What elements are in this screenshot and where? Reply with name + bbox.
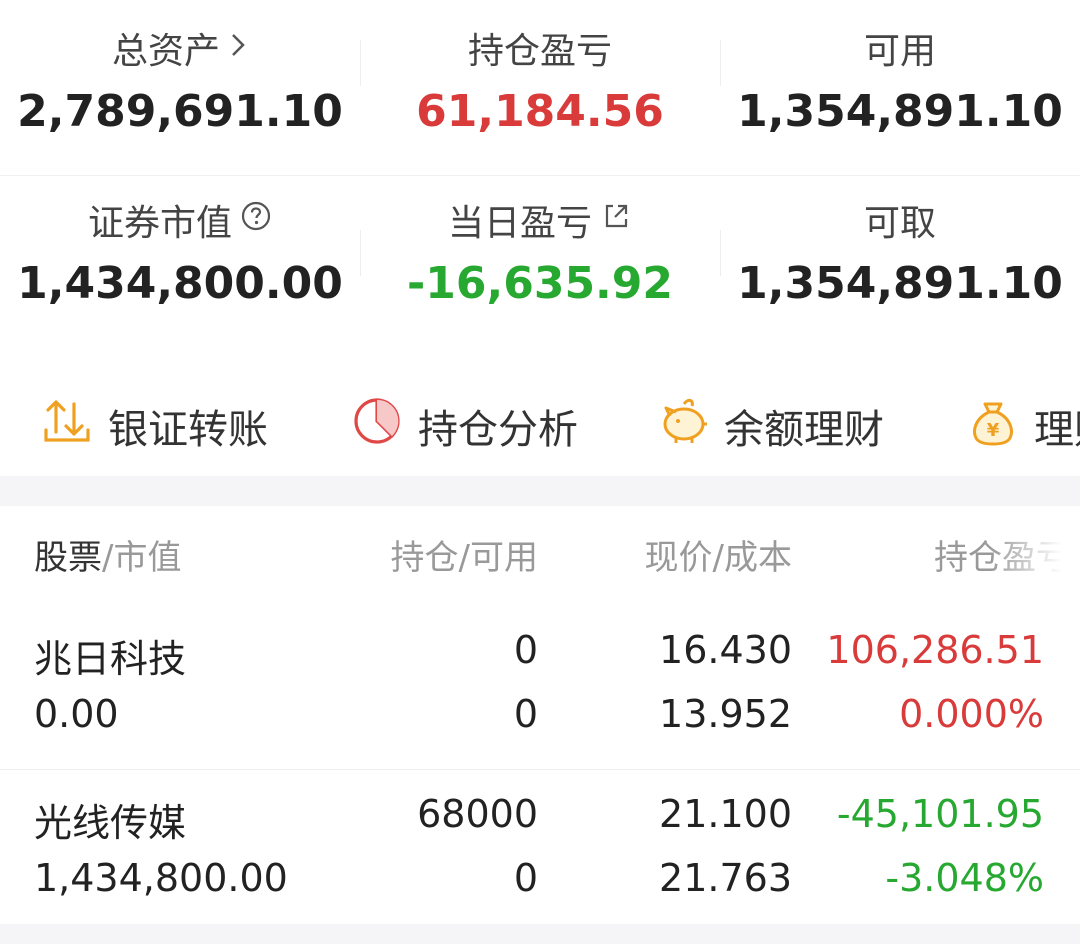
total-assets-label: 总资产 (111, 31, 220, 72)
withdrawable-cell: 可取 1,354,891.10 (720, 176, 1080, 366)
stock-market-value: 1,434,800.00 (34, 856, 288, 900)
divider (720, 40, 721, 86)
stock-name: 光线传媒 (34, 801, 187, 845)
market-value-value: 1,434,800.00 (17, 258, 343, 309)
market-value-label: 证券市值 (87, 203, 232, 244)
transfer-icon (40, 394, 94, 458)
stock-hold: 0 (513, 628, 538, 672)
withdrawable-value: 1,354,891.10 (737, 258, 1063, 309)
header-price-cost[interactable]: 现价/成本 (645, 530, 792, 579)
divider (360, 40, 361, 86)
divider (720, 230, 721, 276)
account-summary: 总资产 2,789,691.10 持仓盈亏 61,184.56 可用 1,354… (0, 0, 1080, 366)
total-assets-value: 2,789,691.10 (17, 86, 343, 137)
external-link-icon[interactable] (600, 200, 632, 241)
withdrawable-label: 可取 (863, 203, 936, 244)
stock-pl-pct: 0.000% (899, 692, 1044, 736)
stock-pl: -45,101.95 (836, 792, 1044, 836)
divider (360, 230, 361, 276)
position-pl-label: 持仓盈亏 (467, 31, 612, 72)
available-label: 可用 (863, 31, 936, 72)
stock-name: 兆日科技 (34, 637, 187, 681)
summary-row-2: 证券市值 1,434,800.00 当日盈亏 -16,635.92 可取 1,3… (0, 176, 1080, 366)
quick-action-bank-transfer[interactable]: 银证转账 (40, 394, 268, 458)
header-stock-market-value[interactable]: 股票/市值 (34, 530, 181, 579)
available-value: 1,354,891.10 (737, 86, 1063, 137)
help-icon[interactable] (240, 200, 272, 241)
daily-pl-value: -16,635.92 (407, 258, 673, 309)
quick-action-label: 余额理财 (724, 407, 884, 453)
quick-action-label: 理财 (1034, 407, 1080, 453)
quick-action-balance-finance[interactable]: 余额理财 (656, 394, 884, 458)
stock-pl: 106,286.51 (826, 628, 1044, 672)
daily-pl-label: 当日盈亏 (447, 203, 592, 244)
stock-hold: 68000 (417, 792, 538, 836)
position-pl-cell: 持仓盈亏 61,184.56 (360, 0, 720, 175)
quick-action-label: 银证转账 (108, 407, 268, 453)
stock-pl-pct: -3.048% (885, 856, 1044, 900)
quick-action-position-analysis[interactable]: 持仓分析 (350, 394, 578, 458)
stock-market-value: 0.00 (34, 692, 119, 736)
bottom-divider (0, 924, 1080, 944)
holdings-table: 股票/市值 持仓/可用 现价/成本 持仓盈亏 兆日科技 0.00 0 0 16.… (0, 506, 1080, 934)
table-row[interactable]: 光线传媒 1,434,800.00 68000 0 21.100 21.763 … (0, 770, 1080, 934)
quick-actions-bar: 银证转账 持仓分析 余额理财 ¥ 理财 (0, 366, 1080, 476)
table-header: 股票/市值 持仓/可用 现价/成本 持仓盈亏 (0, 506, 1080, 606)
svg-text:¥: ¥ (987, 420, 1000, 441)
quick-action-wealth[interactable]: ¥ 理财 (966, 394, 1080, 458)
quick-action-label: 持仓分析 (418, 407, 578, 453)
stock-price: 21.100 (659, 792, 792, 836)
market-value-cell[interactable]: 证券市值 1,434,800.00 (0, 176, 360, 366)
daily-pl-cell[interactable]: 当日盈亏 -16,635.92 (360, 176, 720, 366)
header-hold-available[interactable]: 持仓/可用 (391, 530, 538, 579)
chevron-right-icon (228, 28, 248, 69)
stock-available: 0 (513, 692, 538, 736)
total-assets-cell[interactable]: 总资产 2,789,691.10 (0, 0, 360, 175)
available-cell: 可用 1,354,891.10 (720, 0, 1080, 175)
pie-chart-icon (350, 394, 404, 458)
summary-row-1: 总资产 2,789,691.10 持仓盈亏 61,184.56 可用 1,354… (0, 0, 1080, 176)
piggy-bank-icon (656, 394, 710, 458)
stock-cost: 21.763 (659, 856, 792, 900)
table-row[interactable]: 兆日科技 0.00 0 0 16.430 13.952 106,286.51 0… (0, 606, 1080, 770)
money-bag-icon: ¥ (966, 394, 1020, 458)
section-divider (0, 476, 1080, 506)
stock-cost: 13.952 (659, 692, 792, 736)
stock-available: 0 (513, 856, 538, 900)
stock-price: 16.430 (659, 628, 792, 672)
position-pl-value: 61,184.56 (416, 86, 664, 137)
